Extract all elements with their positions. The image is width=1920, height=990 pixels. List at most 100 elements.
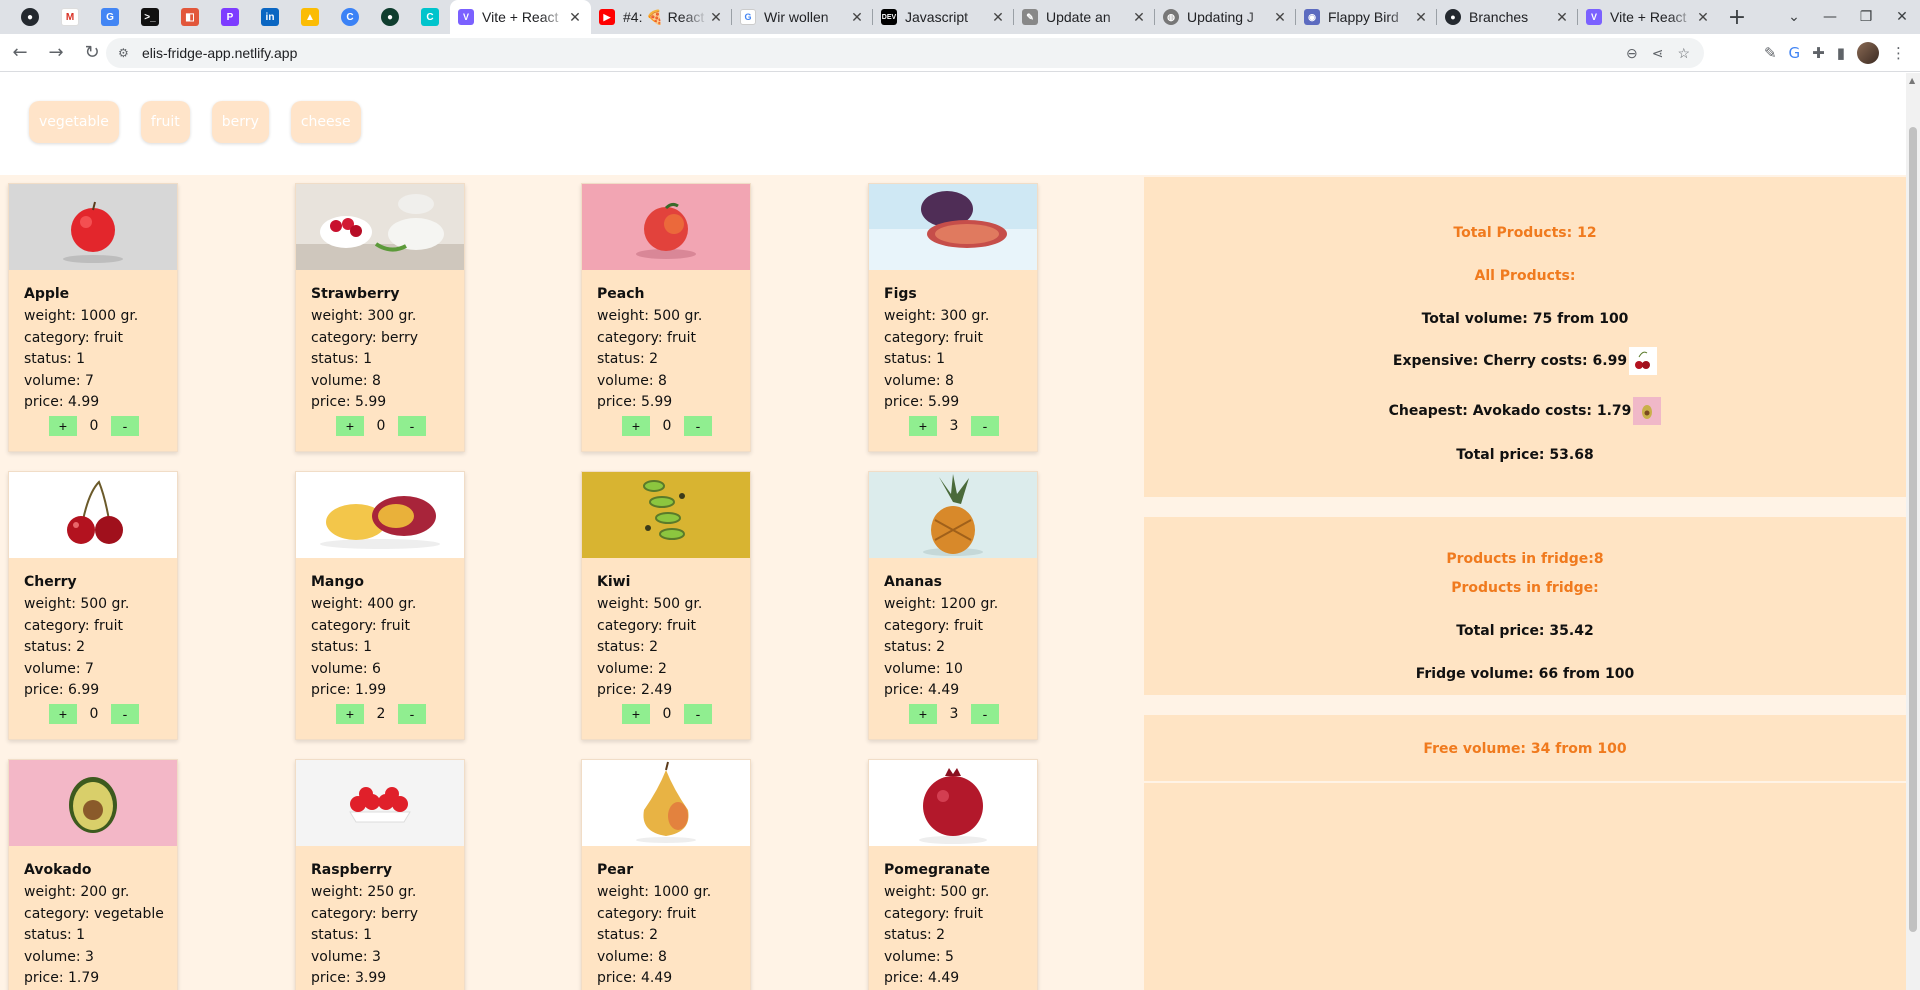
pinned-tab-drive[interactable]: ▲ — [290, 0, 330, 34]
scroll-up-icon[interactable]: ▲ — [1909, 76, 1915, 85]
increment-button[interactable]: + — [336, 704, 364, 724]
menu-icon[interactable]: ⋮ — [1891, 44, 1906, 62]
tab-1[interactable]: ▶ #4: 🍕 React ✕ — [591, 0, 732, 34]
window-controls: ⌄ — ❐ ✕ — [1776, 0, 1920, 34]
product-volume: volume: 7 — [24, 661, 94, 677]
sidepanel-icon[interactable]: ▮ — [1837, 44, 1845, 62]
scrollbar-thumb[interactable] — [1909, 127, 1917, 932]
puzzle-icon[interactable]: ✚ — [1812, 44, 1825, 62]
profile-avatar[interactable] — [1857, 42, 1879, 64]
bookmark-star-icon[interactable]: ☆ — [1677, 45, 1690, 62]
filter-vegetable[interactable]: vegetable — [29, 101, 119, 143]
pinned-tab-github[interactable]: ● — [10, 0, 50, 34]
increment-button[interactable]: + — [336, 416, 364, 436]
product-card: Mango weight: 400 gr. category: fruit statu… — [295, 471, 465, 740]
tab-title: #4: 🍕 React — [623, 8, 705, 25]
close-icon[interactable]: ✕ — [990, 9, 1006, 26]
increment-button[interactable]: + — [49, 416, 77, 436]
decrement-button[interactable]: - — [970, 416, 999, 436]
tab-2[interactable]: G Wir wollen ✕ — [732, 0, 873, 34]
reload-button[interactable]: ↻ — [76, 37, 108, 69]
google-icon: G — [740, 9, 756, 25]
address-bar[interactable]: ⚙ elis-fridge-app.netlify.app ⊖ ⋖ ☆ — [106, 38, 1704, 68]
decrement-button[interactable]: - — [683, 704, 712, 724]
restore-icon[interactable]: ❐ — [1848, 9, 1884, 25]
product-weight: weight: 300 gr. — [311, 308, 417, 324]
decrement-button[interactable]: - — [397, 704, 426, 724]
pinned-tab-gmail[interactable]: M — [50, 0, 90, 34]
pinned-tab-figma[interactable]: P — [210, 0, 250, 34]
zoom-icon[interactable]: ⊖ — [1626, 45, 1638, 62]
close-icon[interactable]: ✕ — [849, 9, 865, 26]
product-name: Pomegranate — [884, 862, 990, 878]
tab-8[interactable]: V Vite + React ✕ — [1578, 0, 1719, 34]
increment-button[interactable]: + — [49, 704, 77, 724]
page-scrollbar[interactable]: ▲ — [1906, 73, 1920, 990]
quantity-stepper: +0- — [622, 703, 712, 725]
pen-extension-icon[interactable]: ✎ — [1764, 44, 1777, 62]
new-tab-button[interactable]: + — [1719, 0, 1755, 34]
product-image-pomegranate — [869, 760, 1037, 846]
filter-berry[interactable]: berry — [211, 101, 269, 143]
decrement-button[interactable]: - — [110, 704, 139, 724]
minimize-icon[interactable]: — — [1812, 9, 1848, 25]
product-weight: weight: 400 gr. — [311, 596, 417, 612]
tab-6[interactable]: ◉ Flappy Bird ✕ — [1296, 0, 1437, 34]
decrement-button[interactable]: - — [970, 704, 999, 724]
pinned-tab-canva[interactable]: C — [410, 0, 450, 34]
avokado-thumbnail — [1633, 397, 1662, 425]
linkedin-icon: in — [261, 8, 279, 26]
total-volume: Total volume: 75 from 100 — [1421, 311, 1629, 327]
drawing-icon: ◧ — [181, 8, 199, 26]
close-icon[interactable]: ✕ — [1554, 9, 1570, 26]
increment-button[interactable]: + — [909, 416, 937, 436]
quantity-count: 0 — [662, 418, 672, 434]
url-text: elis-fridge-app.netlify.app — [142, 45, 298, 61]
product-category: category: fruit — [884, 330, 983, 346]
decrement-button[interactable]: - — [397, 416, 426, 436]
decrement-button[interactable]: - — [683, 416, 712, 436]
increment-button[interactable]: + — [622, 416, 650, 436]
forward-button[interactable]: → — [40, 37, 72, 69]
pinned-tab-c[interactable]: C — [330, 0, 370, 34]
pinned-tab-translate[interactable]: G — [90, 0, 130, 34]
github-icon: ● — [21, 8, 39, 26]
back-button[interactable]: ← — [4, 37, 36, 69]
pinned-tab-terminal[interactable]: >_ — [130, 0, 170, 34]
increment-button[interactable]: + — [622, 704, 650, 724]
close-icon[interactable]: ✕ — [1695, 9, 1711, 26]
panel-gap — [1144, 497, 1906, 515]
translate-extension-icon[interactable]: G — [1789, 44, 1801, 62]
tab-3[interactable]: DEV Javascript ✕ — [873, 0, 1014, 34]
filter-fruit[interactable]: fruit — [140, 101, 190, 143]
product-name: Ananas — [884, 574, 942, 590]
tab-7[interactable]: ● Branches ✕ — [1437, 0, 1578, 34]
tab-4[interactable]: ✎ Update an ✕ — [1014, 0, 1155, 34]
cheapest-product: Cheapest: Avokado costs: 1.79 — [1144, 397, 1906, 425]
increment-button[interactable]: + — [909, 704, 937, 724]
close-icon[interactable]: ✕ — [567, 9, 583, 26]
tab-5[interactable]: ◍ Updating J ✕ — [1155, 0, 1296, 34]
close-icon[interactable]: ✕ — [708, 9, 724, 26]
tab-search-icon[interactable]: ⌄ — [1776, 9, 1812, 25]
pinned-tab-leaf[interactable]: ● — [370, 0, 410, 34]
product-weight: weight: 300 gr. — [884, 308, 990, 324]
close-icon[interactable]: ✕ — [1413, 9, 1429, 26]
share-icon[interactable]: ⋖ — [1652, 45, 1664, 62]
pinned-tab-linkedin[interactable]: in — [250, 0, 290, 34]
filter-cheese[interactable]: cheese — [290, 101, 361, 143]
product-status: status: 1 — [311, 927, 373, 943]
product-name: Strawberry — [311, 286, 400, 302]
browser-tabbar: ● M G >_ ◧ P in ▲ C ● C V Vite + React ✕… — [0, 0, 1920, 34]
product-image-raspberry — [296, 760, 464, 846]
window-close-icon[interactable]: ✕ — [1884, 9, 1920, 25]
close-icon[interactable]: ✕ — [1131, 9, 1147, 26]
product-name: Raspberry — [311, 862, 393, 878]
pinned-tab-drawing[interactable]: ◧ — [170, 0, 210, 34]
tab-0[interactable]: V Vite + React ✕ — [450, 0, 591, 34]
product-name: Kiwi — [597, 574, 631, 590]
decrement-button[interactable]: - — [110, 416, 139, 436]
site-info-icon[interactable]: ⚙ — [118, 46, 132, 60]
close-icon[interactable]: ✕ — [1272, 9, 1288, 26]
product-volume: volume: 8 — [597, 949, 667, 965]
